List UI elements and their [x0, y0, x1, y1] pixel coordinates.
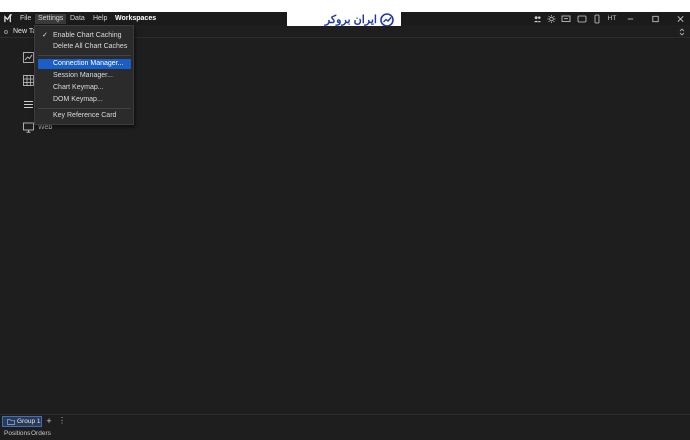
close-icon[interactable] — [676, 14, 685, 24]
menu-divider — [38, 108, 131, 109]
tab-status-icon — [4, 30, 8, 34]
notifications-icon[interactable] — [577, 14, 587, 24]
list-icon[interactable] — [23, 99, 34, 110]
users-icon[interactable] — [533, 14, 542, 24]
settings-dropdown-menu: ✓ Enable Chart Caching Delete All Chart … — [34, 25, 134, 125]
checkmark-icon: ✓ — [42, 32, 48, 39]
more-options-icon[interactable]: ⋮ — [58, 416, 66, 426]
menu-divider — [38, 55, 131, 56]
menu-file[interactable]: File — [17, 14, 34, 24]
folder-icon — [7, 419, 15, 425]
menu-item-enable-chart-caching[interactable]: ✓ Enable Chart Caching — [38, 31, 131, 41]
group-tab[interactable]: Group 1 — [2, 416, 42, 427]
chart-icon[interactable] — [23, 52, 34, 63]
brand-banner-text: ایران بروکر — [324, 14, 377, 26]
mobile-icon[interactable] — [593, 14, 601, 24]
menu-item-connection-manager[interactable]: Connection Manager... — [38, 59, 131, 69]
menu-item-dom-keymap[interactable]: DOM Keymap... — [38, 95, 131, 105]
menu-item-key-reference-card[interactable]: Key Reference Card — [38, 111, 131, 121]
brand-logo-icon — [380, 13, 394, 27]
user-avatar[interactable]: HT — [606, 14, 618, 24]
menu-item-session-manager[interactable]: Session Manager... — [38, 71, 131, 81]
chevron-updown-icon[interactable] — [678, 27, 686, 37]
menu-workspaces[interactable]: Workspaces — [112, 14, 159, 24]
menu-item-label: Key Reference Card — [53, 112, 117, 119]
menu-item-label: Chart Keymap... — [53, 84, 104, 91]
menu-item-label: DOM Keymap... — [53, 96, 103, 103]
menu-item-label: Connection Manager... — [53, 60, 124, 67]
app-logo-icon — [4, 14, 13, 23]
menu-data[interactable]: Data — [67, 14, 88, 24]
bottom-divider — [0, 414, 690, 415]
screen-icon[interactable] — [561, 14, 571, 24]
theme-sun-icon[interactable] — [547, 14, 556, 24]
menu-item-label: Delete All Chart Caches — [53, 43, 128, 50]
menu-item-label: Enable Chart Caching — [53, 32, 122, 39]
panel-tab-orders[interactable]: Orders — [31, 429, 51, 438]
menu-help[interactable]: Help — [90, 14, 110, 24]
add-group-button[interactable]: + — [45, 416, 53, 426]
menu-settings[interactable]: Settings — [35, 14, 67, 24]
grid-icon[interactable] — [23, 75, 34, 86]
menu-item-chart-keymap[interactable]: Chart Keymap... — [38, 83, 131, 93]
monitor-icon[interactable] — [23, 122, 34, 133]
maximize-icon[interactable] — [651, 14, 660, 24]
minimize-icon[interactable] — [626, 14, 635, 24]
panel-tab-positions[interactable]: Positions — [4, 429, 30, 438]
group-tab-label: Group 1 — [17, 418, 41, 425]
menu-item-label: Session Manager... — [53, 72, 113, 79]
menu-item-delete-all-chart-caches[interactable]: Delete All Chart Caches — [38, 42, 131, 52]
